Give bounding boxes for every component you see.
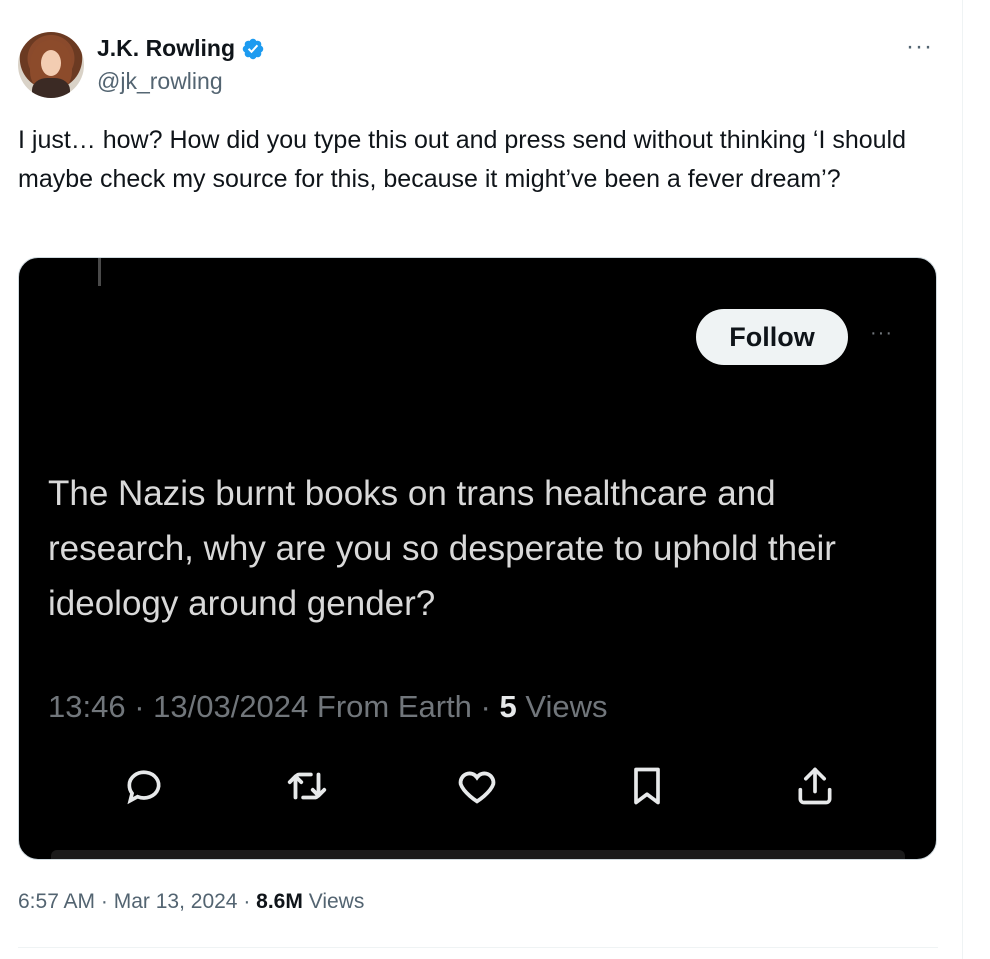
like-icon <box>452 761 502 811</box>
footer-separator: · <box>237 890 257 913</box>
screenshot-tweet-text: The Nazis burnt books on trans healthcar… <box>48 474 836 623</box>
tweet-views-label: Views <box>308 890 365 913</box>
author-name-row: J.K. Rowling <box>97 35 265 62</box>
tweet: J.K. Rowling @jk_rowling ··· I just… how… <box>18 0 938 959</box>
tweet-footer: 6:57 AM · Mar 13, 2024 · 8.6M Views <box>18 890 364 914</box>
reply-icon <box>119 761 169 811</box>
tweet-views-count: 8.6M <box>256 890 303 913</box>
retweet-icon <box>282 761 332 811</box>
screenshot-meta: 13:46 · 13/03/2024 From Earth · 5 Views <box>48 689 607 725</box>
quoted-screenshot-image[interactable]: Follow ··· The Nazis burnt books on tran… <box>18 257 937 860</box>
tweet-text: I just… how? How did you type this out a… <box>18 126 907 193</box>
share-icon <box>790 761 840 811</box>
footer-separator: · <box>95 890 114 913</box>
tweet-date[interactable]: Mar 13, 2024 <box>114 890 238 913</box>
tweet-time[interactable]: 6:57 AM <box>18 890 95 913</box>
bookmark-icon <box>622 761 672 811</box>
screenshot-views-count: 5 <box>499 689 517 724</box>
author-name[interactable]: J.K. Rowling <box>97 35 235 62</box>
follow-button: Follow <box>696 309 848 365</box>
text-cursor-mark <box>98 258 101 286</box>
screenshot-meta-prefix: 13:46 · 13/03/2024 From Earth · <box>48 689 500 724</box>
author-handle[interactable]: @jk_rowling <box>97 68 223 95</box>
screenshot-action-bar <box>19 761 936 821</box>
verified-badge-icon[interactable] <box>241 37 265 61</box>
divider <box>18 947 938 948</box>
screenshot-more-icon: ··· <box>870 322 893 344</box>
right-column-divider <box>962 0 963 959</box>
more-options-icon[interactable]: ··· <box>906 35 933 59</box>
avatar[interactable] <box>18 32 84 98</box>
screenshot-bottom-bar <box>51 850 905 859</box>
screenshot-views-label: Views <box>525 689 608 724</box>
